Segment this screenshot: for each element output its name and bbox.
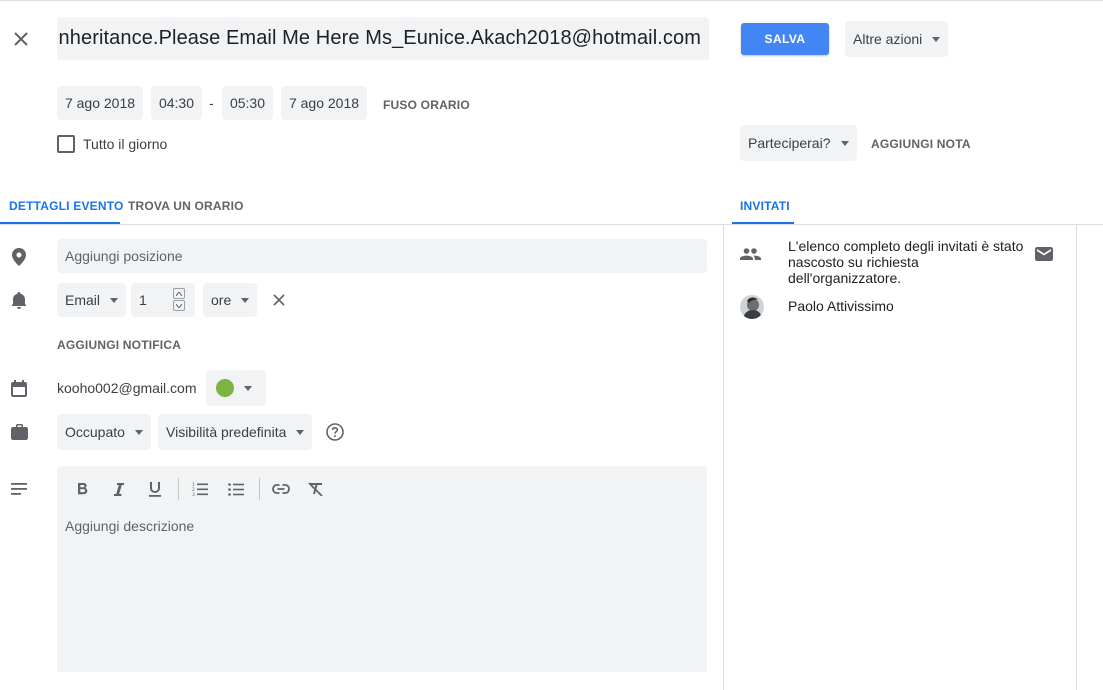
numbered-list-button[interactable]: 1 2 3	[186, 475, 214, 503]
link-icon	[272, 484, 290, 494]
email-guests-button[interactable]	[1033, 243, 1055, 265]
location-pin-icon	[8, 246, 30, 268]
calendar-color-dropdown[interactable]	[206, 370, 266, 406]
rsvp-dropdown[interactable]: Parteciperai?	[740, 125, 857, 161]
all-day-label[interactable]: Tutto il giorno	[83, 136, 167, 152]
more-actions-label: Altre azioni	[853, 31, 923, 47]
more-actions-dropdown[interactable]: Altre azioni	[845, 21, 949, 57]
timezone-button[interactable]: FUSO ORARIO	[383, 98, 470, 112]
underline-icon	[149, 481, 161, 497]
guests-panel-edge	[1076, 225, 1077, 690]
event-title-input[interactable]: nheritance.Please Email Me Here Ms_Eunic…	[57, 17, 709, 60]
location-placeholder: Aggiungi posizione	[65, 248, 183, 264]
save-button[interactable]: SALVA	[741, 23, 829, 55]
availability-label: Occupato	[65, 424, 125, 440]
chevron-down-icon	[110, 297, 119, 303]
notification-unit-dropdown[interactable]: ore	[203, 283, 258, 317]
notification-unit-label: ore	[211, 292, 232, 308]
notification-amount-value: 1	[139, 292, 147, 308]
guest-avatar	[740, 295, 764, 319]
end-time-field[interactable]: 05:30	[222, 86, 273, 120]
stepper-arrows[interactable]	[173, 288, 187, 312]
bold-icon	[78, 483, 88, 495]
toolbar-separator	[259, 478, 260, 500]
start-date-field[interactable]: 7 ago 2018	[57, 86, 143, 120]
chevron-down-icon	[134, 429, 143, 435]
group-icon	[738, 243, 762, 265]
mail-icon	[1035, 247, 1053, 261]
calendar-owner: kooho002@gmail.com	[57, 380, 197, 396]
help-button[interactable]	[324, 421, 346, 443]
all-day-checkbox[interactable]	[57, 135, 75, 153]
underline-button[interactable]	[141, 475, 169, 503]
remove-notification-button[interactable]	[268, 290, 290, 310]
start-time-field[interactable]: 04:30	[151, 86, 202, 120]
visibility-dropdown[interactable]: Visibilità predefinita	[158, 414, 313, 450]
chevron-down-icon	[244, 385, 252, 391]
bulleted-list-icon	[228, 482, 244, 496]
italic-icon	[114, 482, 124, 496]
bulleted-list-button[interactable]	[222, 475, 250, 503]
calendar-icon	[8, 377, 30, 399]
tab-guests[interactable]: INVITATI	[740, 199, 790, 213]
end-date-field[interactable]: 7 ago 2018	[281, 86, 367, 120]
add-notification-button[interactable]: AGGIUNGI NOTIFICA	[57, 338, 181, 352]
notification-method-dropdown[interactable]: Email	[57, 283, 127, 317]
top-divider	[0, 0, 1103, 1]
toolbar-separator	[178, 478, 179, 500]
tabs-divider	[0, 224, 1103, 225]
chevron-down-icon	[241, 297, 250, 303]
guest-list-hidden-notice: L'elenco completo degli invitati è stato…	[788, 238, 1024, 286]
panel-divider	[723, 225, 724, 690]
description-placeholder: Aggiungi descrizione	[65, 518, 195, 534]
clear-formatting-button[interactable]	[302, 475, 330, 503]
bold-button[interactable]	[69, 475, 97, 503]
close-icon	[273, 294, 285, 306]
stepper-down-icon[interactable]	[173, 300, 185, 311]
help-icon	[326, 423, 344, 441]
chevron-down-icon	[932, 36, 941, 42]
availability-dropdown[interactable]: Occupato	[57, 414, 151, 450]
chevron-down-icon	[296, 429, 305, 435]
stepper-up-icon[interactable]	[173, 288, 185, 299]
guest-name: Paolo Attivissimo	[788, 298, 894, 314]
location-input[interactable]: Aggiungi posizione	[57, 239, 707, 273]
svg-text:3: 3	[192, 492, 195, 496]
bell-icon	[8, 289, 30, 311]
tab-find-time[interactable]: TROVA UN ORARIO	[128, 199, 244, 213]
calendar-color-swatch	[216, 379, 234, 397]
rsvp-label: Parteciperai?	[748, 135, 831, 151]
chevron-down-icon	[840, 140, 849, 146]
close-icon	[14, 32, 28, 46]
description-icon	[8, 478, 30, 500]
time-separator: -	[209, 95, 214, 111]
notification-amount-stepper[interactable]: 1	[131, 283, 195, 317]
briefcase-icon	[8, 421, 30, 443]
insert-link-button[interactable]	[267, 475, 295, 503]
numbered-list-icon: 1 2 3	[192, 482, 208, 496]
add-note-button[interactable]: AGGIUNGI NOTA	[871, 137, 971, 151]
visibility-label: Visibilità predefinita	[166, 424, 287, 440]
clear-formatting-icon	[308, 482, 323, 496]
close-button[interactable]	[6, 24, 36, 54]
italic-button[interactable]	[105, 475, 133, 503]
tab-event-details[interactable]: DETTAGLI EVENTO	[9, 199, 124, 213]
notification-method-label: Email	[65, 292, 101, 308]
event-title-text: nheritance.Please Email Me Here Ms_Eunic…	[58, 27, 701, 49]
